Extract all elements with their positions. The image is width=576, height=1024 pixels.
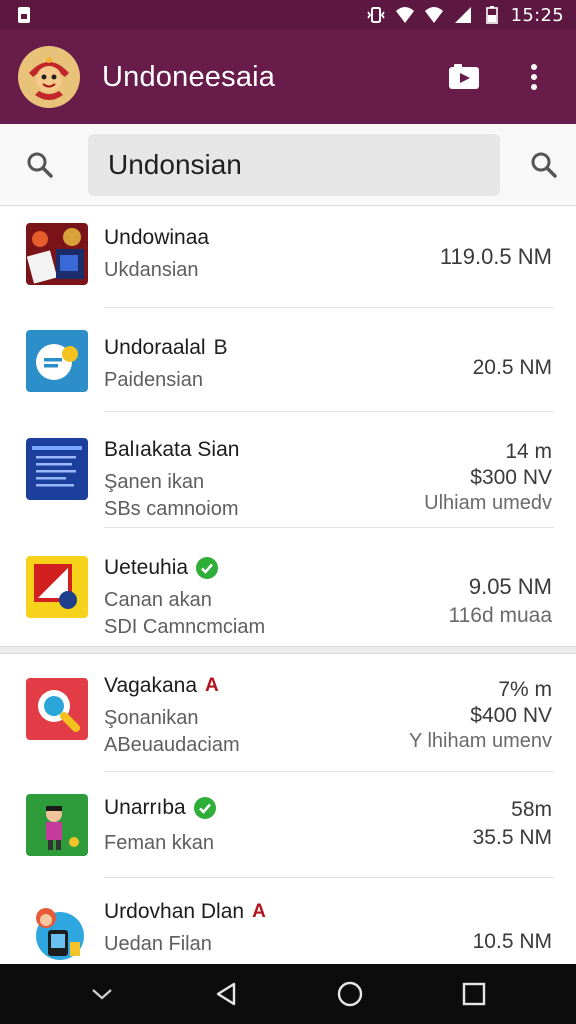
search-submit-icon[interactable]: [524, 145, 564, 185]
item-title: Unarrıba: [104, 796, 216, 820]
status-time: 15:25: [510, 4, 564, 26]
item-meta-1: 9.05 NM: [468, 574, 552, 599]
app-bar: Undoneesaia: [0, 30, 576, 124]
verified-icon: [193, 797, 216, 819]
item-meta-1: 58m: [511, 798, 552, 821]
list-item[interactable]: Vagakana A Şonanikan ABeuaudaciam 7% m $4…: [0, 654, 576, 772]
signal-icon: [424, 7, 443, 23]
item-meta-2: 116d muaa: [448, 604, 552, 627]
item-badge-text: A: [252, 901, 266, 922]
nav-back-icon[interactable]: [201, 969, 251, 1019]
verified-icon: [196, 557, 219, 579]
item-subtitle-2: ABeuaudaciam: [104, 734, 240, 756]
puzzle-app-icon: [26, 556, 88, 618]
battery-icon: [485, 6, 498, 24]
item-meta-2: $300 NV: [470, 466, 552, 489]
list-item[interactable]: Urdovhan Dlan A Uedan Filan 10.5 NM: [0, 878, 576, 964]
mascot-logo-icon[interactable]: [18, 46, 80, 108]
nav-home-icon[interactable]: [325, 969, 375, 1019]
item-title: Balıakata Sian: [104, 438, 240, 461]
item-title: Undoraalal B: [104, 336, 228, 359]
more-vert-icon[interactable]: [514, 57, 554, 97]
nav-recents-icon[interactable]: [449, 969, 499, 1019]
item-subtitle-2: SBs camnoiom: [104, 498, 239, 520]
signal-icon: [454, 7, 471, 23]
item-subtitle: Paidensian: [104, 369, 203, 391]
item-meta-2: $400 NV: [470, 704, 552, 727]
list-item[interactable]: Undoraalal B Paidensian 20.5 NM: [0, 308, 576, 412]
item-subtitle: Şonanikan: [104, 707, 199, 729]
item-subtitle: Ukdansian: [104, 259, 199, 281]
chat-app-icon: [26, 330, 88, 392]
item-badge-text: B: [213, 336, 228, 359]
app-list: Undowinaa Ukdansian 119.0.5 NM Undoraala…: [0, 206, 576, 964]
document-app-icon: [26, 438, 88, 500]
list-item[interactable]: Balıakata Sian Şanen ikan SBs camnoiom 1…: [0, 412, 576, 528]
item-size: 10.5 NM: [472, 930, 552, 953]
search-app-icon: [26, 678, 88, 740]
item-subtitle: Canan akan: [104, 589, 212, 611]
item-size: 20.5 NM: [472, 356, 552, 379]
app-title: Undoneesaia: [102, 60, 276, 93]
search-icon[interactable]: [20, 145, 60, 185]
item-meta-3: Ulhiam umedv: [424, 492, 552, 514]
item-subtitle-2: SDI Camncmciam: [104, 616, 266, 638]
vibrate-icon: [366, 7, 385, 23]
search-field[interactable]: [88, 133, 500, 196]
item-title: Urdovhan Dlan A: [104, 900, 266, 923]
navigation-bar: [0, 964, 576, 1024]
item-meta-3: Y lhiham umenv: [408, 730, 552, 752]
item-meta-1: 7% m: [498, 678, 552, 701]
list-item[interactable]: Ueteuhia Canan akan SDI Camncmciam 9.05 …: [0, 528, 576, 646]
item-badge-text: A: [205, 675, 219, 696]
video-icon[interactable]: [444, 57, 484, 97]
character-app-icon: [26, 794, 88, 856]
item-subtitle: Feman kkan: [104, 832, 215, 854]
sim-icon: [18, 7, 30, 23]
list-item[interactable]: Unarrıba Feman kkan 58m 35.5 NM: [0, 772, 576, 878]
avatar-app-icon: [26, 902, 88, 964]
search-input[interactable]: [108, 148, 500, 181]
item-meta-2: 35.5 NM: [472, 826, 552, 849]
section-divider: [0, 646, 576, 654]
item-size: 119.0.5 NM: [439, 244, 552, 269]
item-title: Undowinaa: [104, 226, 210, 249]
game-app-icon: [26, 223, 88, 285]
search-bar: [0, 124, 576, 206]
list-item[interactable]: Undowinaa Ukdansian 119.0.5 NM: [0, 206, 576, 308]
wifi-icon: [395, 7, 414, 23]
nav-down-icon[interactable]: [77, 969, 127, 1019]
status-bar: 15:25: [0, 0, 576, 30]
item-subtitle: Uedan Filan: [104, 933, 212, 955]
item-title: Ueteuhia: [104, 556, 265, 580]
item-title: Vagakana A: [104, 674, 219, 697]
item-meta-1: 14 m: [505, 440, 552, 463]
item-subtitle: Şanen ikan: [104, 471, 205, 493]
